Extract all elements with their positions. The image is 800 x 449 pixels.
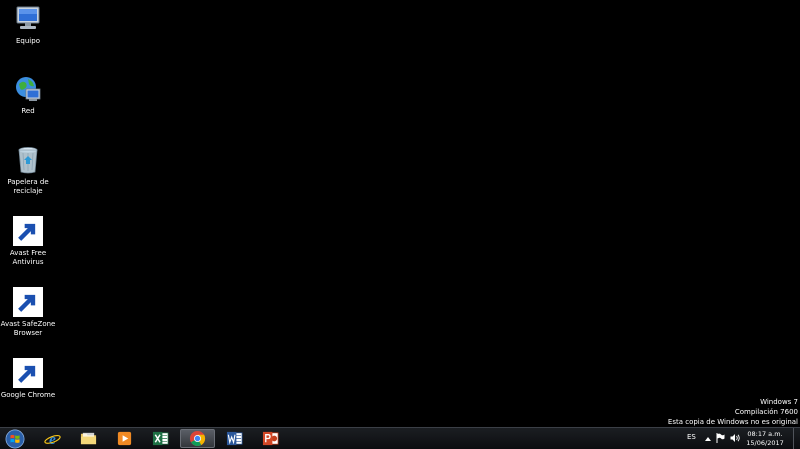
- excel-icon: [152, 431, 168, 446]
- avast-icon: a: [13, 216, 43, 246]
- computer-icon: [13, 4, 43, 34]
- taskbar-excel[interactable]: [143, 429, 177, 448]
- desktop-icon-label: Avast Free Antivirus: [9, 249, 47, 266]
- taskbar-powerpoint[interactable]: [253, 429, 287, 448]
- taskbar-word[interactable]: [217, 429, 251, 448]
- desktop-icon-chrome[interactable]: Google Chrome: [0, 358, 56, 400]
- media-player-icon: [117, 431, 131, 446]
- windows-watermark: Windows 7 Compilación 7600 Esta copia de…: [668, 397, 798, 427]
- internet-explorer-icon: e: [43, 432, 61, 447]
- desktop-icon-network[interactable]: Red: [0, 74, 56, 116]
- taskbar-chrome[interactable]: [180, 429, 215, 448]
- desktop-icon-label: Papelera de reciclaje: [7, 178, 49, 195]
- desktop-icon-label: Equipo: [16, 37, 40, 45]
- desktop-icon-recycle-bin[interactable]: Papelera de reciclaje: [0, 145, 56, 195]
- clock-date: 15/06/2017: [746, 438, 784, 447]
- language-indicator[interactable]: ES: [687, 433, 696, 441]
- svg-text:e: e: [49, 432, 56, 447]
- clock-time: 08:17 a.m.: [747, 430, 783, 438]
- desktop-icon-label: Red: [21, 107, 35, 115]
- word-icon: [226, 431, 242, 446]
- desktop-icon-avast[interactable]: a Avast Free Antivirus: [0, 216, 56, 266]
- tray-expand-icon[interactable]: [705, 436, 711, 441]
- watermark-line-os: Windows 7: [760, 398, 798, 406]
- desktop-icon-avast-safezone[interactable]: Avast SafeZone Browser: [0, 287, 56, 337]
- chrome-icon: [13, 358, 43, 388]
- taskbar-file-explorer[interactable]: [71, 429, 105, 448]
- chrome-icon: [189, 430, 206, 447]
- show-desktop-button[interactable]: [793, 428, 800, 449]
- watermark-line-build: Compilación 7600: [734, 408, 798, 416]
- taskbar-media-player[interactable]: [107, 429, 141, 448]
- watermark-line-genuine: Esta copia de Windows no es original: [667, 418, 798, 426]
- desktop-icon-computer[interactable]: Equipo: [0, 4, 56, 46]
- start-button[interactable]: [4, 428, 26, 449]
- desktop-icon-label: Google Chrome: [0, 391, 56, 399]
- desktop-icon-label: Avast SafeZone Browser: [0, 320, 56, 337]
- file-explorer-icon: [80, 432, 96, 445]
- powerpoint-icon: [262, 431, 278, 446]
- recycle-bin-icon: [13, 145, 43, 175]
- shortcut-arrow-icon: [13, 287, 43, 317]
- clock[interactable]: 08:17 a.m. 15/06/2017: [737, 430, 793, 447]
- action-center-flag-icon[interactable]: [716, 433, 725, 443]
- shortcut-arrow-icon: [13, 358, 43, 388]
- taskbar: e ES 08:17 a.m. 15/06/2017: [0, 427, 800, 449]
- shortcut-arrow-icon: [13, 216, 43, 246]
- windows-start-icon: [5, 429, 25, 448]
- desktop[interactable]: Equipo Red Papelera de reciclaje Avast F…: [0, 0, 800, 427]
- taskbar-internet-explorer[interactable]: e: [35, 429, 69, 448]
- network-icon: [13, 74, 43, 104]
- avast-safezone-icon: [13, 287, 43, 317]
